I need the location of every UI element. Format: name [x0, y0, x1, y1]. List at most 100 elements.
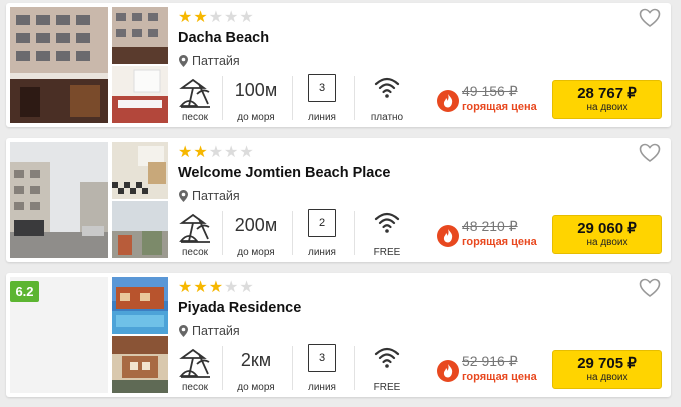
old-price: 49 156 ₽: [462, 83, 518, 99]
hotel-photo-thumb[interactable]: [112, 7, 168, 64]
heart-outline-icon: [639, 8, 661, 27]
wifi-label: платно: [370, 112, 404, 123]
beach-label: песок: [181, 112, 209, 123]
feature-divider: [222, 211, 223, 255]
star-icon: ★: [239, 144, 254, 161]
star-icon: ★: [224, 144, 239, 161]
distance-feature: 2км до моря: [228, 344, 284, 394]
price-subtext: на двоих: [586, 371, 628, 383]
line-label: линия: [308, 247, 336, 258]
price-value: 28 767 ₽: [577, 84, 637, 102]
star-icon: ★: [178, 9, 193, 26]
wifi-feature: FREE: [366, 209, 408, 259]
hotel-card[interactable]: ★ ★ ★ ★ ★ Dacha Beach Паттайя песок 100м: [6, 3, 671, 127]
beach-umbrella-icon: [179, 348, 210, 378]
star-icon: ★: [208, 9, 224, 26]
star-rating: ★ ★ ★ ★ ★: [178, 280, 254, 296]
hot-price-label: горящая цена: [462, 101, 537, 113]
old-price: 48 210 ₽: [462, 218, 518, 234]
hotel-photo-main[interactable]: [10, 7, 108, 123]
distance-label: до моря: [237, 382, 275, 393]
beach-umbrella-icon: [179, 78, 210, 108]
star-icon: ★: [178, 279, 193, 296]
price-button[interactable]: 28 767 ₽ на двоих: [552, 80, 662, 119]
star-icon: ★: [193, 9, 208, 26]
hotel-photo-thumb[interactable]: [112, 277, 168, 334]
price-button[interactable]: 29 060 ₽ на двоих: [552, 215, 662, 254]
hotel-city: Паттайя: [179, 189, 240, 203]
hotel-name[interactable]: Dacha Beach: [178, 30, 269, 46]
price-value: 29 060 ₽: [577, 219, 637, 237]
line-feature: 2 линия: [302, 209, 342, 259]
hotel-city: Паттайя: [179, 324, 240, 338]
favorite-button[interactable]: [639, 143, 661, 163]
price-button[interactable]: 29 705 ₽ на двоих: [552, 350, 662, 389]
star-icon: ★: [224, 279, 239, 296]
hotel-name[interactable]: Piyada Residence: [178, 300, 301, 316]
price-subtext: на двоих: [586, 101, 628, 113]
feature-divider: [222, 346, 223, 390]
line-label: линия: [308, 112, 336, 123]
hot-price-label: горящая цена: [462, 371, 537, 383]
line-number: 3: [308, 74, 336, 102]
star-icon: ★: [224, 9, 239, 26]
fire-icon: [437, 90, 459, 112]
city-label: Паттайя: [192, 54, 240, 68]
feature-divider: [292, 211, 293, 255]
line-feature: 3 линия: [302, 344, 342, 394]
hot-price-label: горящая цена: [462, 236, 537, 248]
hotel-city: Паттайя: [179, 54, 240, 68]
wifi-icon: [374, 77, 400, 98]
feature-divider: [292, 76, 293, 120]
fire-icon: [437, 225, 459, 247]
feature-divider: [354, 346, 355, 390]
beach-feature: песок: [178, 344, 212, 394]
wifi-feature: FREE: [366, 344, 408, 394]
hotel-photo-thumb[interactable]: [112, 66, 168, 123]
hotel-list: ★ ★ ★ ★ ★ Dacha Beach Паттайя песок 100м: [0, 0, 681, 407]
city-label: Паттайя: [192, 324, 240, 338]
hotel-card[interactable]: ★ ★ ★ ★ ★ Welcome Jomtien Beach Place Па…: [6, 138, 671, 262]
beach-label: песок: [181, 247, 209, 258]
hotel-photo-thumb[interactable]: [112, 201, 168, 258]
city-label: Паттайя: [192, 189, 240, 203]
hotel-card[interactable]: 6.2 ★ ★ ★ ★ ★ Piyada Residence Паттайя п…: [6, 273, 671, 397]
heart-outline-icon: [639, 143, 661, 162]
old-price: 52 916 ₽: [462, 353, 518, 369]
hotel-name[interactable]: Welcome Jomtien Beach Place: [178, 165, 391, 181]
star-icon: ★: [178, 144, 193, 161]
map-pin-icon: [179, 325, 188, 337]
line-feature: 3 линия: [302, 74, 342, 124]
favorite-button[interactable]: [639, 8, 661, 28]
feature-divider: [354, 211, 355, 255]
map-pin-icon: [179, 190, 188, 202]
favorite-button[interactable]: [639, 278, 661, 298]
price-value: 29 705 ₽: [577, 354, 637, 372]
distance-value: 100м: [234, 80, 278, 100]
price-subtext: на двоих: [586, 236, 628, 248]
star-icon: ★: [208, 279, 224, 296]
hotel-photo-thumb[interactable]: [112, 142, 168, 199]
heart-outline-icon: [639, 278, 661, 297]
star-rating: ★ ★ ★ ★ ★: [178, 145, 254, 161]
distance-label: до моря: [237, 247, 275, 258]
star-rating: ★ ★ ★ ★ ★: [178, 10, 254, 26]
line-number: 3: [308, 344, 336, 372]
distance-label: до моря: [237, 112, 275, 123]
fire-icon: [437, 360, 459, 382]
star-icon: ★: [239, 279, 254, 296]
hotel-photo-thumb[interactable]: [112, 336, 168, 393]
feature-divider: [354, 76, 355, 120]
star-icon: ★: [193, 279, 208, 296]
beach-label: песок: [181, 382, 209, 393]
feature-divider: [292, 346, 293, 390]
star-icon: ★: [239, 9, 254, 26]
beach-feature: песок: [178, 209, 212, 259]
distance-feature: 200м до моря: [228, 209, 284, 259]
distance-value: 2км: [240, 350, 272, 370]
beach-feature: песок: [178, 74, 212, 124]
line-number: 2: [308, 209, 336, 237]
wifi-feature: платно: [366, 74, 408, 124]
hotel-photo-main[interactable]: [10, 142, 108, 258]
map-pin-icon: [179, 55, 188, 67]
